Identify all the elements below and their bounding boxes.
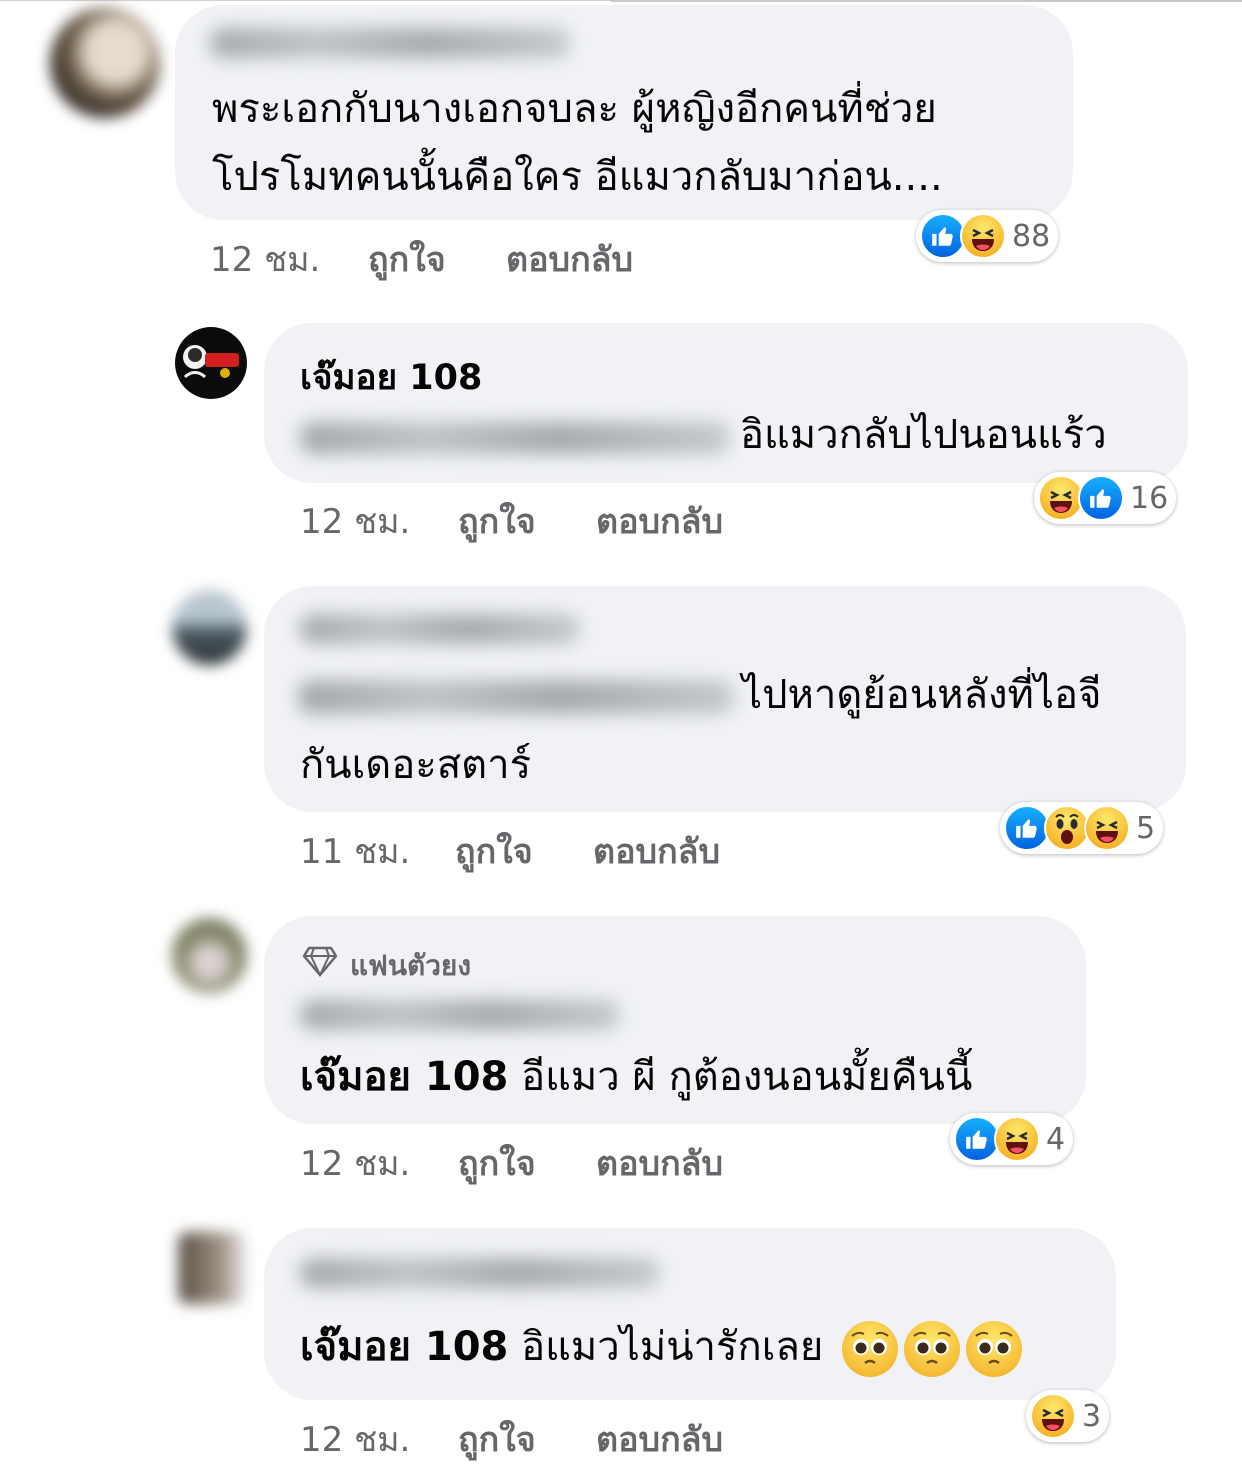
like-button[interactable]: ถูกใจ — [458, 1136, 596, 1190]
comment-text-line: โปรโมทคนนั้นคือใคร อีแมวกลับมาก่อน.... — [212, 154, 943, 200]
mention-tag-blurred[interactable] — [300, 422, 730, 454]
comment-meta: 12 ชม. ถูกใจ ตอบกลับ — [300, 1136, 723, 1190]
mention-tag[interactable]: เจ๊มอย 108 — [300, 1324, 508, 1370]
author-name[interactable]: เจ๊มอย 108 — [300, 350, 482, 405]
diamond-icon — [302, 946, 338, 977]
avatar[interactable] — [172, 590, 247, 665]
reaction-summary[interactable]: 88 — [916, 210, 1059, 262]
haha-reaction-icon — [994, 1116, 1040, 1162]
reply-button[interactable]: ตอบกลับ — [593, 824, 720, 878]
timestamp[interactable]: 12 ชม. — [210, 232, 368, 286]
reaction-count: 3 — [1082, 1398, 1102, 1434]
comment-text-line: ไปหาดูย้อนหลังที่ไอจี — [742, 672, 1102, 718]
comment-text-line: เจ๊มอย 108 อิแมวไม่น่ารักเลย — [300, 1316, 1023, 1378]
reaction-count: 88 — [1012, 218, 1051, 254]
reaction-count: 4 — [1046, 1121, 1066, 1157]
avatar[interactable] — [178, 1232, 246, 1304]
like-button[interactable]: ถูกใจ — [458, 1412, 596, 1466]
timestamp[interactable]: 12 ชม. — [300, 494, 458, 548]
comment-meta: 12 ชม. ถูกใจ ตอบกลับ — [300, 494, 723, 548]
author-name-blurred[interactable] — [300, 1000, 620, 1030]
avatar[interactable] — [172, 918, 247, 993]
comment-text: อีแมว ผี กูต้องนอนมั้ยคืนนี้ — [521, 1054, 973, 1100]
timestamp[interactable]: 11 ชม. — [300, 824, 455, 878]
reply-button[interactable]: ตอบกลับ — [596, 494, 723, 548]
reply-button[interactable]: ตอบกลับ — [506, 232, 633, 286]
reaction-count: 16 — [1130, 480, 1169, 516]
haha-reaction-icon — [1030, 1393, 1076, 1439]
top-fan-badge: แฟนตัวยง — [350, 949, 471, 982]
like-button[interactable]: ถูกใจ — [458, 494, 596, 548]
reaction-summary[interactable]: 5 — [1000, 802, 1164, 854]
timestamp[interactable]: 12 ชม. — [300, 1136, 458, 1190]
avatar[interactable] — [175, 327, 247, 399]
reaction-summary[interactable]: 3 — [1026, 1390, 1110, 1442]
timestamp[interactable]: 12 ชม. — [300, 1412, 458, 1466]
like-button[interactable]: ถูกใจ — [368, 232, 506, 286]
comment-meta: 12 ชม. ถูกใจ ตอบกลับ — [210, 232, 633, 286]
reaction-summary[interactable]: 4 — [950, 1113, 1074, 1165]
reaction-summary[interactable]: 16 — [1034, 472, 1177, 524]
like-reaction-icon — [1078, 475, 1124, 521]
comment-meta: 11 ชม. ถูกใจ ตอบกลับ — [300, 824, 720, 878]
comment-text-line: พระเอกกับนางเอกจบละ ผู้หญิงอีกคนที่ช่วย — [212, 86, 937, 132]
comment-text-line: กันเดอะสตาร์ — [300, 742, 532, 788]
page-logo-icon — [183, 345, 239, 379]
comment-text: อิแมวไม่น่ารักเลย — [521, 1324, 824, 1370]
pleading-face-emoji-icon — [904, 1321, 961, 1377]
comment-text-line: เจ๊มอย 108 อีแมว ผี กูต้องนอนมั้ยคืนนี้ — [300, 1046, 972, 1108]
author-name-blurred[interactable] — [210, 28, 570, 58]
author-name-blurred[interactable] — [300, 1258, 660, 1288]
mention-tag[interactable]: เจ๊มอย 108 — [300, 1054, 508, 1100]
reply-button[interactable]: ตอบกลับ — [596, 1136, 723, 1190]
pleading-face-emoji-icon — [966, 1321, 1023, 1377]
like-button[interactable]: ถูกใจ — [455, 824, 593, 878]
haha-reaction-icon — [1084, 805, 1130, 851]
reaction-count: 5 — [1136, 810, 1156, 846]
mention-tag-blurred[interactable] — [298, 680, 734, 714]
avatar[interactable] — [50, 8, 160, 118]
haha-reaction-icon — [960, 213, 1006, 259]
pleading-face-emoji-icon — [842, 1321, 899, 1377]
comment-text-line: อิแมวกลับไปนอนแร้ว — [740, 412, 1107, 458]
reply-button[interactable]: ตอบกลับ — [596, 1412, 723, 1466]
comment-meta: 12 ชม. ถูกใจ ตอบกลับ — [300, 1412, 723, 1466]
top-divider-accent — [610, 0, 1242, 2]
author-name-blurred[interactable] — [300, 614, 580, 644]
